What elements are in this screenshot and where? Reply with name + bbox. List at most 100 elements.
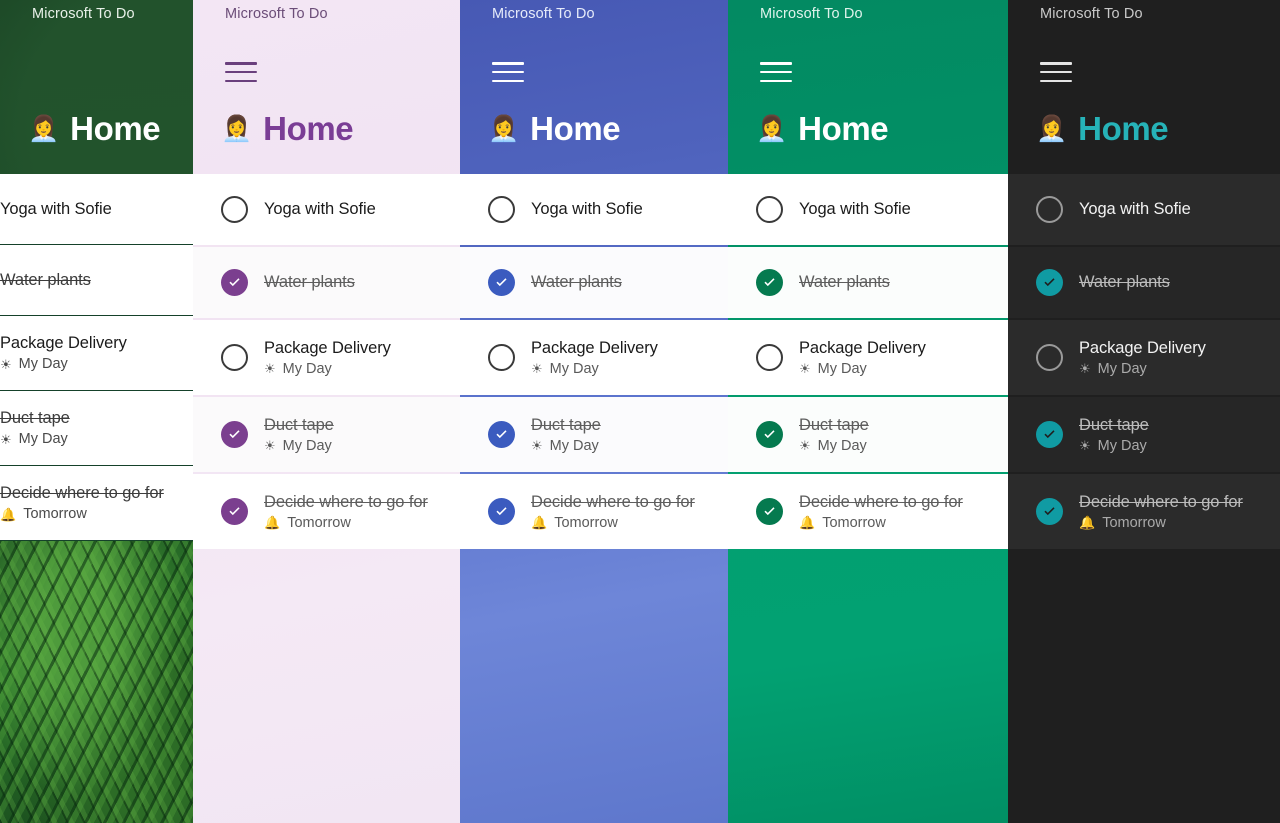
app-title: Microsoft To Do bbox=[492, 6, 595, 22]
task-checkbox-unchecked-icon[interactable] bbox=[756, 196, 783, 223]
sun-my-day-icon: ☀ bbox=[799, 361, 811, 376]
check-icon bbox=[229, 507, 240, 516]
task-body: Duct tape ☀ My Day bbox=[799, 416, 869, 454]
app-title: Microsoft To Do bbox=[32, 6, 135, 22]
task-body: Decide where to go for 🔔 Tomorrow bbox=[0, 484, 164, 522]
task-body: Water plants bbox=[0, 271, 91, 290]
task-title: Yoga with Sofie bbox=[799, 200, 911, 218]
task-title: Package Delivery bbox=[531, 338, 658, 357]
app-title: Microsoft To Do bbox=[1040, 6, 1143, 22]
task-checkbox-unchecked-icon[interactable] bbox=[1036, 344, 1063, 371]
sun-my-day-icon: ☀ bbox=[799, 438, 811, 453]
task-row[interactable]: Package Delivery ☀ My Day bbox=[1008, 320, 1280, 395]
task-row[interactable]: Decide where to go for 🔔 Tomorrow bbox=[728, 474, 1008, 549]
task-checkbox-checked-icon[interactable] bbox=[221, 498, 248, 525]
task-row[interactable]: Yoga with Sofie bbox=[193, 174, 460, 245]
task-checkbox-checked-icon[interactable] bbox=[756, 498, 783, 525]
bell-reminder-icon: 🔔 bbox=[0, 506, 17, 522]
task-checkbox-unchecked-icon[interactable] bbox=[1036, 196, 1063, 223]
task-row[interactable]: Package Delivery ☀ My Day bbox=[193, 320, 460, 395]
task-row[interactable]: Yoga with Sofie bbox=[0, 174, 193, 245]
hamburger-menu-icon[interactable] bbox=[492, 62, 524, 82]
task-title: Water plants bbox=[799, 273, 890, 291]
task-row[interactable]: Water plants bbox=[460, 247, 728, 318]
task-body: Decide where to go for 🔔 Tomorrow bbox=[1079, 493, 1243, 531]
task-body: Duct tape ☀ My Day bbox=[1079, 416, 1149, 454]
list-header: 👩‍💼 Home bbox=[1036, 107, 1280, 151]
task-title: Package Delivery bbox=[799, 338, 926, 357]
task-checkbox-checked-icon[interactable] bbox=[488, 269, 515, 296]
task-title: Duct tape bbox=[1079, 415, 1149, 434]
task-title: Water plants bbox=[531, 273, 622, 291]
task-checkbox-checked-icon[interactable] bbox=[488, 498, 515, 525]
task-row[interactable]: Yoga with Sofie bbox=[728, 174, 1008, 245]
task-title: Water plants bbox=[264, 273, 355, 291]
woman-office-worker-emoji-icon: 👩‍💼 bbox=[1036, 114, 1068, 143]
task-row[interactable]: Package Delivery ☀ My Day bbox=[0, 316, 193, 391]
task-checkbox-unchecked-icon[interactable] bbox=[756, 344, 783, 371]
task-title: Package Delivery bbox=[0, 334, 127, 352]
task-row[interactable]: Water plants bbox=[0, 245, 193, 316]
task-row[interactable]: Duct tape ☀ My Day bbox=[460, 397, 728, 472]
task-checkbox-checked-icon[interactable] bbox=[1036, 269, 1063, 296]
task-row[interactable]: Yoga with Sofie bbox=[460, 174, 728, 245]
task-row[interactable]: Water plants bbox=[728, 247, 1008, 318]
task-body: Duct tape ☀ My Day bbox=[264, 416, 334, 454]
task-body: Water plants bbox=[799, 273, 890, 292]
task-checkbox-checked-icon[interactable] bbox=[1036, 421, 1063, 448]
task-checkbox-unchecked-icon[interactable] bbox=[221, 344, 248, 371]
task-body: Decide where to go for 🔔 Tomorrow bbox=[264, 493, 428, 531]
task-row[interactable]: Yoga with Sofie bbox=[1008, 174, 1280, 245]
task-checkbox-unchecked-icon[interactable] bbox=[221, 196, 248, 223]
task-row[interactable]: Duct tape ☀ My Day bbox=[193, 397, 460, 472]
task-meta: 🔔 Tomorrow bbox=[0, 506, 164, 522]
task-row[interactable]: Duct tape ☀ My Day bbox=[1008, 397, 1280, 472]
task-title: Water plants bbox=[0, 270, 91, 289]
task-title: Decide where to go for bbox=[531, 492, 695, 511]
sun-my-day-icon: ☀ bbox=[1079, 361, 1091, 376]
task-checkbox-checked-icon[interactable] bbox=[756, 421, 783, 448]
list-title: Home bbox=[798, 110, 889, 147]
task-meta: ☀ My Day bbox=[799, 361, 926, 377]
check-icon bbox=[229, 278, 240, 287]
woman-office-worker-emoji-icon: 👩‍💼 bbox=[756, 114, 788, 143]
task-checkbox-checked-icon[interactable] bbox=[1036, 498, 1063, 525]
task-checkbox-checked-icon[interactable] bbox=[756, 269, 783, 296]
task-body: Package Delivery ☀ My Day bbox=[531, 339, 658, 377]
task-checkbox-checked-icon[interactable] bbox=[488, 421, 515, 448]
list-title: Home bbox=[70, 110, 161, 147]
task-row[interactable]: Water plants bbox=[1008, 247, 1280, 318]
task-title: Decide where to go for bbox=[799, 492, 963, 511]
task-body: Package Delivery ☀ My Day bbox=[0, 334, 127, 372]
task-meta-label: My Day bbox=[549, 360, 599, 377]
hamburger-menu-icon[interactable] bbox=[1040, 62, 1072, 82]
hamburger-menu-icon[interactable] bbox=[760, 62, 792, 82]
task-row[interactable]: Duct tape ☀ My Day bbox=[0, 391, 193, 466]
task-meta-label: My Day bbox=[282, 360, 332, 377]
task-checkbox-checked-icon[interactable] bbox=[221, 269, 248, 296]
task-title: Duct tape bbox=[0, 409, 70, 427]
task-checkbox-unchecked-icon[interactable] bbox=[488, 196, 515, 223]
task-row[interactable]: Package Delivery ☀ My Day bbox=[460, 320, 728, 395]
hamburger-menu-icon[interactable] bbox=[225, 62, 257, 82]
task-checkbox-unchecked-icon[interactable] bbox=[488, 344, 515, 371]
task-row[interactable]: Duct tape ☀ My Day bbox=[728, 397, 1008, 472]
task-body: Decide where to go for 🔔 Tomorrow bbox=[531, 493, 695, 531]
task-row[interactable]: Decide where to go for 🔔 Tomorrow bbox=[0, 466, 193, 541]
app-panel-photo-theme: Microsoft To Do 👩‍💼 Home Yoga with Sofie… bbox=[0, 0, 193, 823]
task-meta-label: My Day bbox=[282, 437, 332, 454]
list-header: 👩‍💼 Home bbox=[221, 107, 460, 151]
task-row[interactable]: Water plants bbox=[193, 247, 460, 318]
woman-office-worker-emoji-icon: 👩‍💼 bbox=[28, 114, 60, 143]
task-row[interactable]: Package Delivery ☀ My Day bbox=[728, 320, 1008, 395]
sun-my-day-icon: ☀ bbox=[0, 356, 12, 372]
task-row[interactable]: Decide where to go for 🔔 Tomorrow bbox=[460, 474, 728, 549]
task-row[interactable]: Decide where to go for 🔔 Tomorrow bbox=[1008, 474, 1280, 549]
task-checkbox-checked-icon[interactable] bbox=[221, 421, 248, 448]
list-title: Home bbox=[263, 110, 354, 147]
task-body: Package Delivery ☀ My Day bbox=[799, 339, 926, 377]
task-meta: ☀ My Day bbox=[531, 438, 601, 454]
check-icon bbox=[229, 430, 240, 439]
task-row[interactable]: Decide where to go for 🔔 Tomorrow bbox=[193, 474, 460, 549]
task-body: Water plants bbox=[1079, 273, 1170, 292]
